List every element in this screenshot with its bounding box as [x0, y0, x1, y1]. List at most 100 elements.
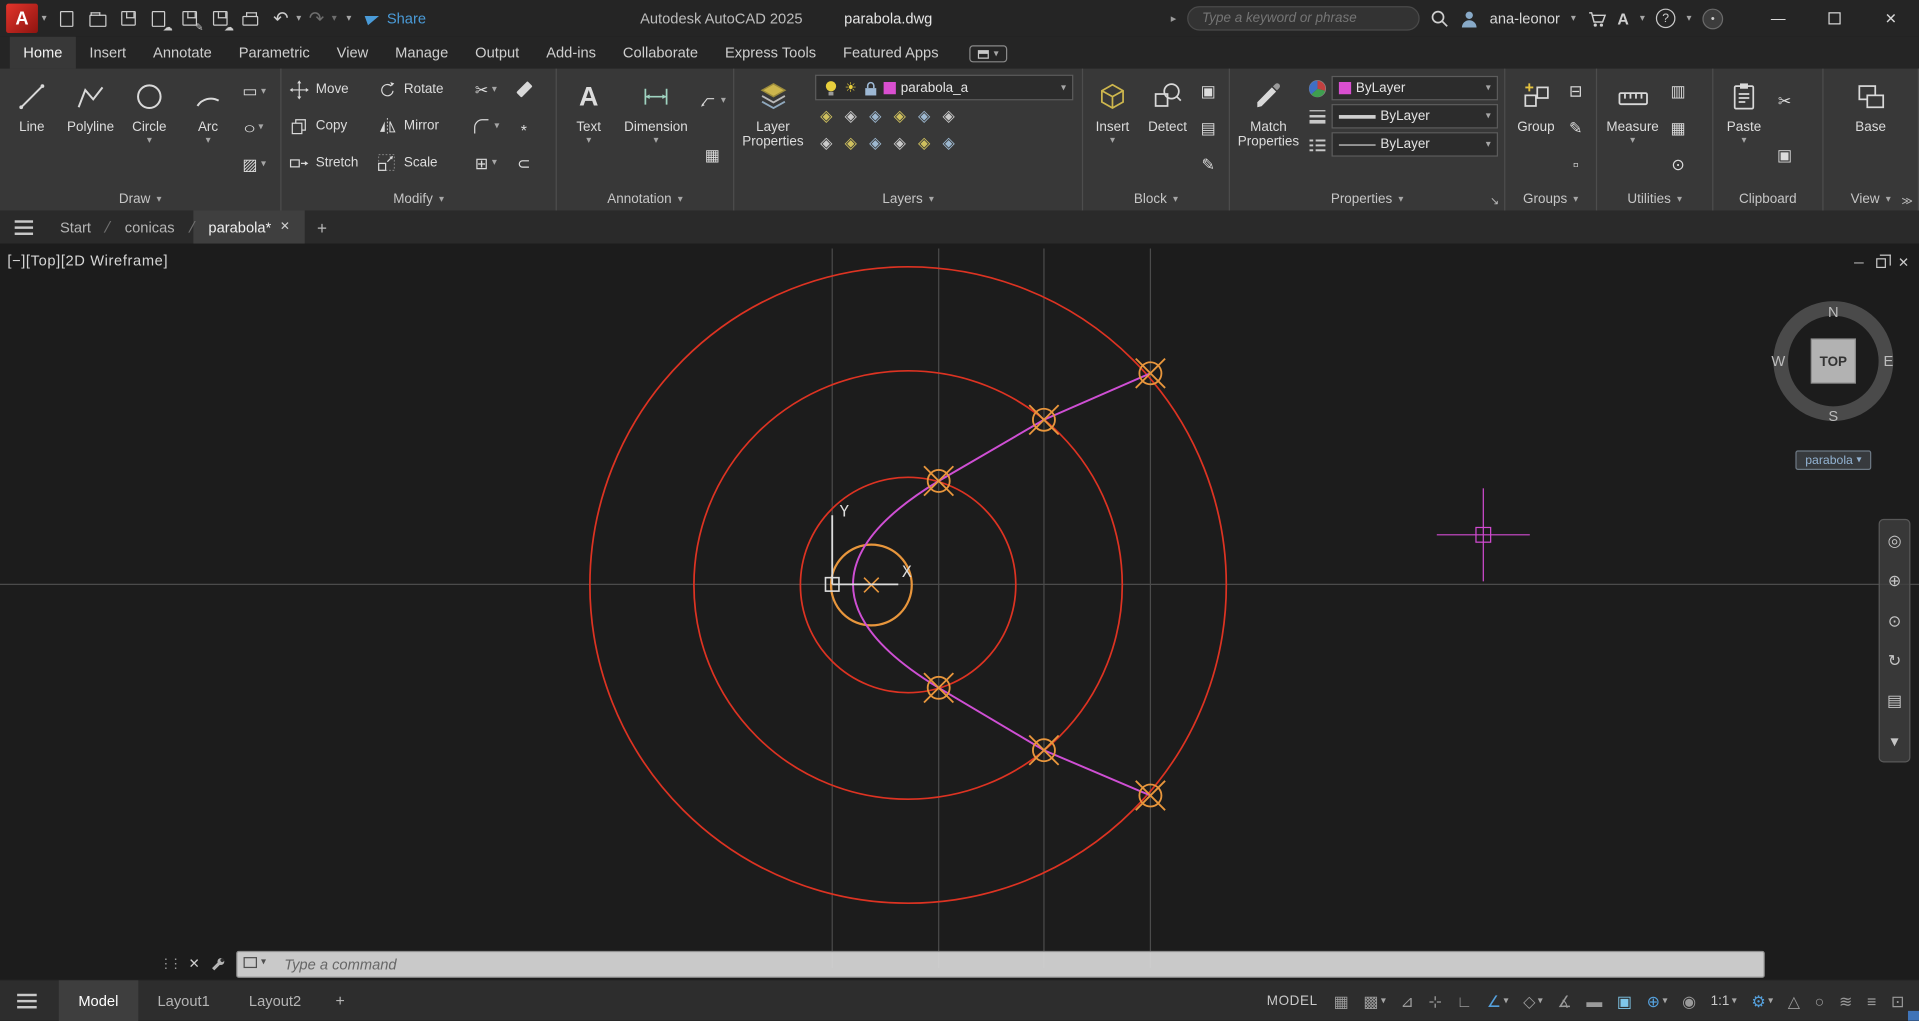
- ribbon-tab-manage[interactable]: Manage: [382, 37, 462, 69]
- visual-style-menu[interactable]: [2D Wireframe]: [61, 252, 168, 269]
- layer-unlock-icon[interactable]: ◈: [869, 132, 881, 154]
- cart-icon[interactable]: [1587, 9, 1607, 27]
- layout-tab-layout2[interactable]: Layout2: [229, 980, 320, 1021]
- panel-label-properties[interactable]: Properties ▾ ↘: [1230, 187, 1504, 210]
- ribbon-overflow-icon[interactable]: ≫: [1901, 195, 1913, 208]
- save-web-mobile-button[interactable]: ☁: [204, 4, 235, 33]
- viewport-restore-icon[interactable]: [1875, 253, 1891, 268]
- object-snap-tracking-icon[interactable]: ∡: [1557, 993, 1571, 1009]
- full-navigation-wheel-icon[interactable]: ◎: [1888, 532, 1902, 548]
- isolate-objects-icon[interactable]: ○: [1815, 993, 1825, 1009]
- ribbon-tab-home[interactable]: Home: [9, 36, 76, 69]
- match-properties-button[interactable]: Match Properties: [1234, 71, 1304, 185]
- navbar-customize-icon[interactable]: ▾: [1891, 733, 1899, 749]
- mirror-button[interactable]: Mirror: [373, 116, 464, 137]
- ribbon-tab-add-ins[interactable]: Add-ins: [533, 37, 610, 69]
- file-tabs-menu-icon[interactable]: [14, 219, 34, 235]
- layer-dropdown-caret-icon[interactable]: ▾: [1061, 82, 1066, 93]
- object-color-dropdown[interactable]: ByLayer ▾: [1331, 75, 1498, 101]
- group-edit-button[interactable]: ✎: [1565, 111, 1586, 145]
- annotation-monitor-icon[interactable]: △: [1788, 993, 1800, 1009]
- layout-tab-model[interactable]: Model: [58, 979, 138, 1021]
- viewcube-south[interactable]: S: [1828, 409, 1838, 425]
- ribbon-tab-express-tools[interactable]: Express Tools: [711, 37, 829, 69]
- ribbon-tab-parametric[interactable]: Parametric: [225, 37, 323, 69]
- write-block-button[interactable]: ▤: [1197, 111, 1219, 145]
- dropdown-caret-icon[interactable]: ▾: [1768, 996, 1773, 1006]
- selection-cycling-icon[interactable]: ▣: [1617, 993, 1632, 1009]
- command-line-close-icon[interactable]: ✕: [188, 956, 199, 972]
- viewcube-north[interactable]: N: [1828, 305, 1839, 321]
- viewcube-west[interactable]: W: [1771, 354, 1785, 370]
- annotation-scale-button[interactable]: 1:1 ▾: [1711, 994, 1737, 1007]
- panel-label-annotation[interactable]: Annotation ▾: [557, 187, 733, 210]
- command-line-grip[interactable]: ⋮⋮: [159, 956, 182, 972]
- ribbon-tab-collaborate[interactable]: Collaborate: [609, 37, 711, 69]
- save-button[interactable]: [113, 4, 144, 33]
- close-button[interactable]: ✕: [1863, 0, 1919, 37]
- pan-icon[interactable]: ⊕: [1888, 572, 1901, 588]
- saveas-button[interactable]: ✎: [174, 4, 205, 33]
- layer-off-icon[interactable]: ◈: [943, 105, 955, 127]
- trim-button[interactable]: ✂ ▾: [464, 72, 508, 106]
- share-button[interactable]: Share: [364, 10, 426, 27]
- arc-button[interactable]: Arc ▾: [180, 71, 236, 185]
- ortho-mode-icon[interactable]: ∟: [1457, 993, 1473, 1009]
- view-controls-menu[interactable]: [Top]: [26, 252, 61, 269]
- circle-button[interactable]: Circle ▾: [121, 71, 177, 185]
- maximize-button[interactable]: [1806, 0, 1862, 37]
- layer-unisolate-icon[interactable]: ◈: [820, 132, 832, 154]
- quick-select-button[interactable]: ▥: [1667, 74, 1689, 108]
- dropdown-caret-icon[interactable]: ▾: [1662, 996, 1667, 1006]
- showmotion-icon[interactable]: ▤: [1887, 693, 1902, 709]
- layer-make-current-icon[interactable]: ◈: [820, 105, 832, 127]
- create-block-button[interactable]: ▣: [1197, 74, 1219, 108]
- layer-previous-icon[interactable]: ◈: [869, 105, 881, 127]
- measure-button[interactable]: Measure ▾: [1601, 71, 1665, 185]
- viewport-minimize-icon[interactable]: ─: [1854, 255, 1864, 270]
- panel-label-draw[interactable]: Draw ▾: [0, 187, 280, 210]
- undo-button[interactable]: ↶: [266, 4, 297, 33]
- layer-walk-icon[interactable]: ◈: [943, 132, 955, 154]
- minimize-button[interactable]: —: [1750, 0, 1806, 37]
- layer-match-icon[interactable]: ◈: [845, 105, 857, 127]
- leader-button[interactable]: ▾: [695, 84, 729, 118]
- fillet-button[interactable]: ▾: [464, 109, 508, 143]
- viewcube-east[interactable]: E: [1884, 354, 1894, 370]
- file-tab-Start[interactable]: Start: [45, 211, 105, 244]
- polyline-button[interactable]: Polyline: [62, 71, 118, 185]
- snap-mode-icon[interactable]: ▩ ▾: [1363, 993, 1385, 1009]
- hatch-button[interactable]: ▨ ▾: [239, 147, 270, 181]
- infer-constraints-icon[interactable]: ⊿: [1400, 993, 1413, 1009]
- lineweight-dropdown[interactable]: ByLayer ▾: [1331, 104, 1498, 129]
- plot-button[interactable]: [235, 4, 266, 33]
- ribbon-display-toggle[interactable]: ▾: [969, 45, 1008, 63]
- file-tab-parabola[interactable]: parabola* ✕: [193, 210, 305, 244]
- user-avatar-icon[interactable]: [1460, 9, 1478, 27]
- stretch-button[interactable]: Stretch: [285, 152, 373, 173]
- ribbon-tab-annotate[interactable]: Annotate: [140, 37, 226, 69]
- drawing-viewport[interactable]: YX [−] [Top] [2D Wireframe] ─ ✕ N W E S …: [0, 243, 1919, 980]
- viewcube[interactable]: N W E S TOP: [1768, 296, 1898, 426]
- rectangle-button[interactable]: ▭ ▾: [239, 74, 270, 108]
- apps-caret-icon[interactable]: ▾: [1640, 13, 1645, 23]
- panel-label-view[interactable]: View ▾ ≫: [1824, 187, 1918, 210]
- help-icon[interactable]: ?: [1655, 8, 1676, 29]
- id-point-button[interactable]: ⊙: [1667, 147, 1689, 181]
- zoom-icon[interactable]: ⊙: [1888, 613, 1901, 629]
- layer-isolate-icon[interactable]: ◈: [894, 105, 906, 127]
- rotate-button[interactable]: Rotate: [373, 79, 464, 100]
- layout-tabs-menu-icon[interactable]: [17, 993, 37, 1008]
- explode-button[interactable]: *: [508, 109, 540, 143]
- object-snap-icon[interactable]: ⊕ ▾: [1647, 993, 1668, 1009]
- signed-in-user[interactable]: ana-leonor: [1490, 10, 1560, 27]
- new-drawing-tab-button[interactable]: +: [317, 217, 327, 237]
- offset-button[interactable]: ⊂: [508, 146, 540, 180]
- dynamic-input-icon[interactable]: ⊹: [1428, 993, 1441, 1009]
- text-button[interactable]: A Text ▾: [561, 71, 617, 185]
- array-button[interactable]: ⊞ ▾: [464, 146, 508, 180]
- open-file-button[interactable]: [82, 4, 113, 33]
- resize-grip[interactable]: [1907, 1010, 1919, 1021]
- search-icon[interactable]: [1431, 9, 1449, 27]
- viewcube-ucs-dropdown[interactable]: parabola ▾: [1795, 450, 1872, 470]
